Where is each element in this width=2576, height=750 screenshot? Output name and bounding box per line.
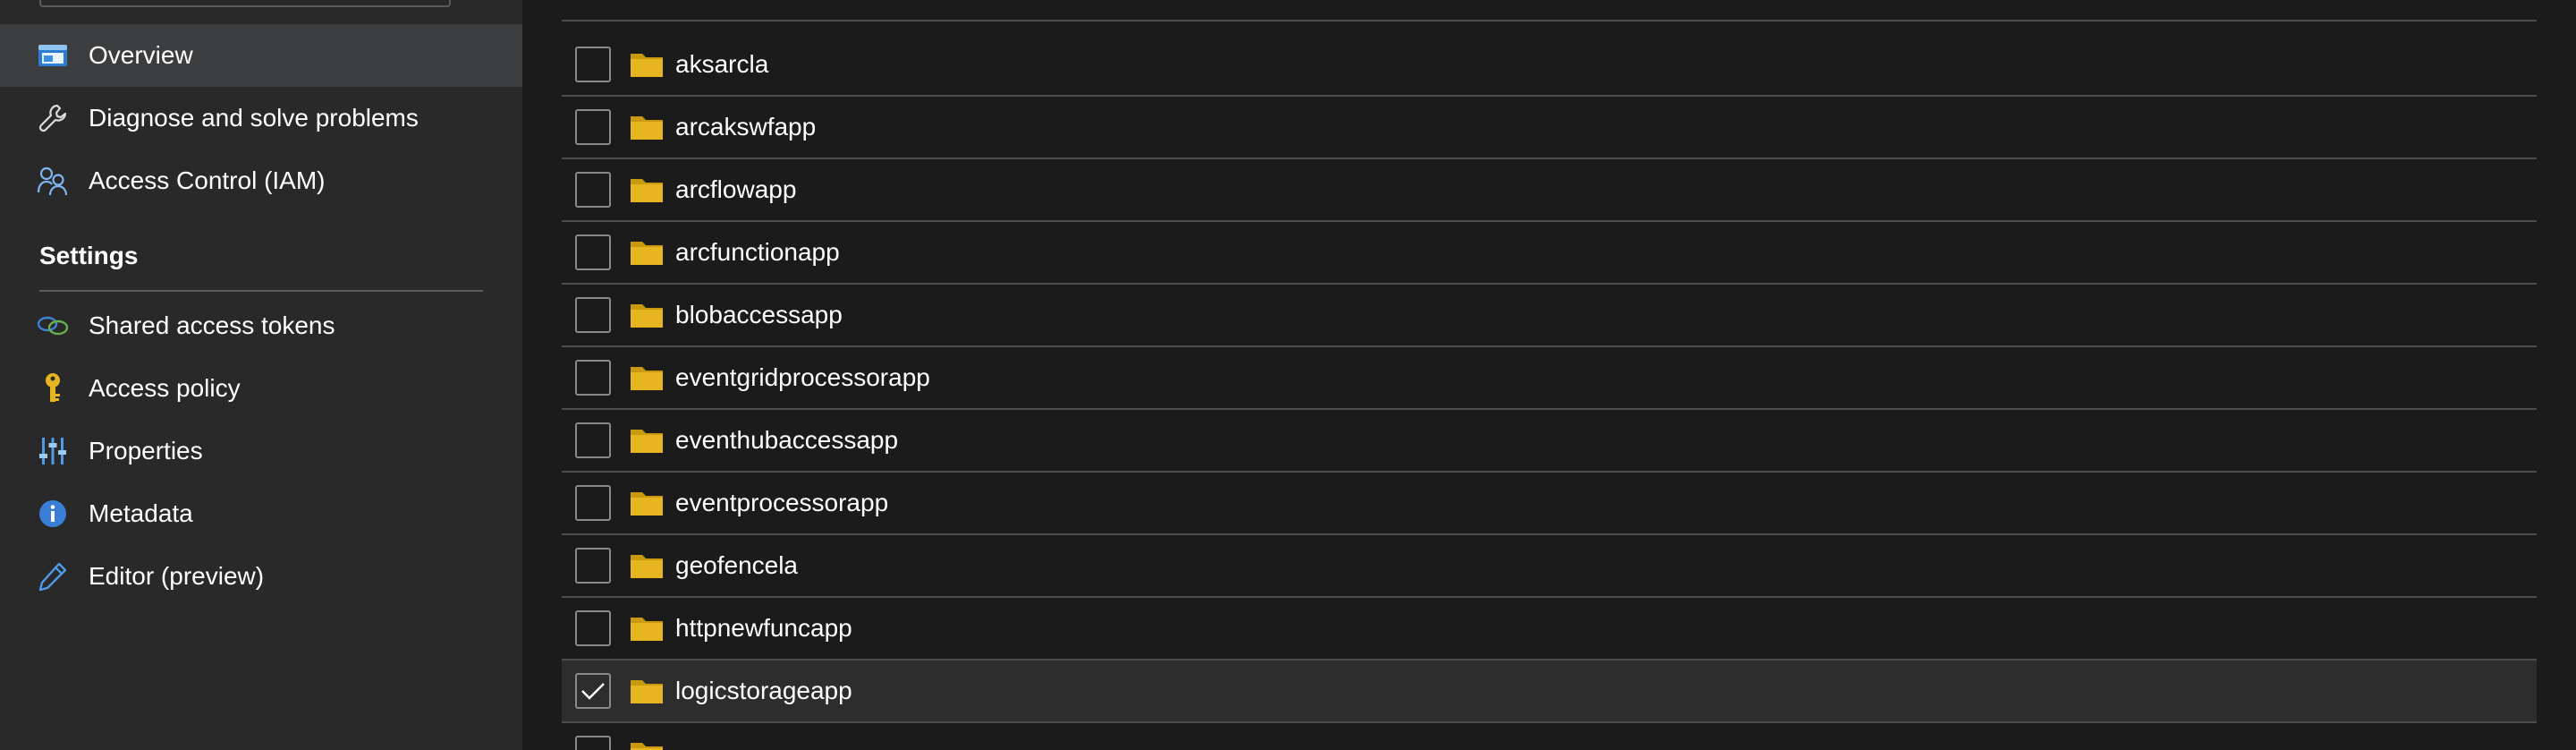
folder-icon: [630, 615, 664, 642]
sidebar-item-access-policy[interactable]: Access policy: [0, 357, 522, 420]
sidebar-item-label: Diagnose and solve problems: [89, 104, 419, 132]
row-name: arcflowapp: [675, 175, 797, 203]
table-row[interactable]: logicstorageapp: [562, 661, 2537, 723]
blob-container-list: aksarcla arcakswfapp arcflowapp arcfunction…: [522, 0, 2576, 750]
wrench-icon: [37, 102, 69, 134]
list-header-divider: [562, 20, 2537, 21]
row-name: httpnewfuncapp: [675, 614, 852, 642]
sidebar-item-label: Metadata: [89, 499, 193, 527]
folder-icon: [630, 364, 664, 391]
overview-icon: [37, 39, 69, 72]
table-row[interactable]: geofencela: [562, 535, 2537, 598]
folder-icon: [630, 302, 664, 328]
table-row[interactable]: eventgridprocessorapp: [562, 347, 2537, 410]
folder-icon: [630, 740, 664, 750]
section-divider: [39, 290, 483, 292]
row-checkbox[interactable]: [575, 673, 611, 709]
row-checkbox[interactable]: [575, 360, 611, 396]
sidebar-item-iam[interactable]: Access Control (IAM): [0, 149, 522, 212]
key-icon: [37, 372, 69, 405]
sidebar-item-label: Access policy: [89, 374, 241, 402]
sidebar-item-label: Properties: [89, 437, 203, 464]
row-name: eventhubaccessapp: [675, 426, 899, 454]
people-icon: [37, 165, 69, 197]
folder-icon: [630, 552, 664, 579]
sidebar-item-label: Editor (preview): [89, 562, 265, 590]
sidebar-item-overview[interactable]: Overview: [0, 24, 522, 87]
folder-icon: [630, 176, 664, 203]
sidebar-item-label: Overview: [89, 41, 193, 69]
table-row[interactable]: arcakswfapp: [562, 97, 2537, 159]
table-row[interactable]: eventprocessorapp: [562, 473, 2537, 535]
sidebar-item-label: Shared access tokens: [89, 311, 335, 339]
sidebar-item-label: Access Control (IAM): [89, 166, 326, 194]
sidebar-item-diagnose[interactable]: Diagnose and solve problems: [0, 87, 522, 149]
sidebar-item-shared-access-tokens[interactable]: Shared access tokens: [0, 294, 522, 357]
folder-icon: [630, 114, 664, 141]
row-name: geofencela: [675, 551, 799, 579]
folder-icon: [630, 427, 664, 454]
row-checkbox[interactable]: [575, 297, 611, 333]
sidebar-item-metadata[interactable]: Metadata: [0, 482, 522, 545]
table-row[interactable]: blobaccessapp: [562, 285, 2537, 347]
table-row[interactable]: arcflowapp: [562, 159, 2537, 222]
sidebar-item-editor[interactable]: Editor (preview): [0, 545, 522, 608]
row-name: eventgridprocessorapp: [675, 363, 930, 391]
sliders-icon: [37, 435, 69, 467]
row-name: arcakswfapp: [675, 113, 817, 141]
row-checkbox[interactable]: [575, 736, 611, 750]
table-row[interactable]: httpnewfuncapp: [562, 598, 2537, 661]
table-row[interactable]: arcfunctionapp: [562, 222, 2537, 285]
row-checkbox[interactable]: [575, 234, 611, 270]
info-icon: [37, 498, 69, 530]
row-name: logicstorageapp: [675, 677, 852, 704]
table-row-partial[interactable]: [562, 723, 2537, 750]
folder-icon: [630, 678, 664, 704]
row-checkbox[interactable]: [575, 485, 611, 521]
folder-icon: [630, 490, 664, 516]
table-row[interactable]: eventhubaccessapp: [562, 410, 2537, 473]
sidebar: Overview Diagnose and solve problems Acc…: [0, 0, 522, 750]
row-name: eventprocessorapp: [675, 489, 889, 516]
sidebar-item-properties[interactable]: Properties: [0, 420, 522, 482]
app-window: Overview Diagnose and solve problems Acc…: [0, 0, 2576, 750]
row-name: aksarcla: [675, 50, 769, 78]
pencil-icon: [37, 560, 69, 592]
folder-icon: [630, 239, 664, 266]
checkmark-icon: [581, 683, 605, 700]
row-checkbox[interactable]: [575, 109, 611, 145]
link-icon: [37, 310, 69, 342]
section-title-settings: Settings: [39, 242, 139, 269]
row-name: arcfunctionapp: [675, 238, 840, 266]
row-checkbox[interactable]: [575, 548, 611, 584]
row-checkbox[interactable]: [575, 610, 611, 646]
row-checkbox[interactable]: [575, 172, 611, 208]
sidebar-search-input[interactable]: [39, 0, 451, 7]
table-row[interactable]: aksarcla: [562, 34, 2537, 97]
folder-icon: [630, 51, 664, 78]
row-name: blobaccessapp: [675, 301, 843, 328]
row-checkbox[interactable]: [575, 47, 611, 82]
row-checkbox[interactable]: [575, 422, 611, 458]
